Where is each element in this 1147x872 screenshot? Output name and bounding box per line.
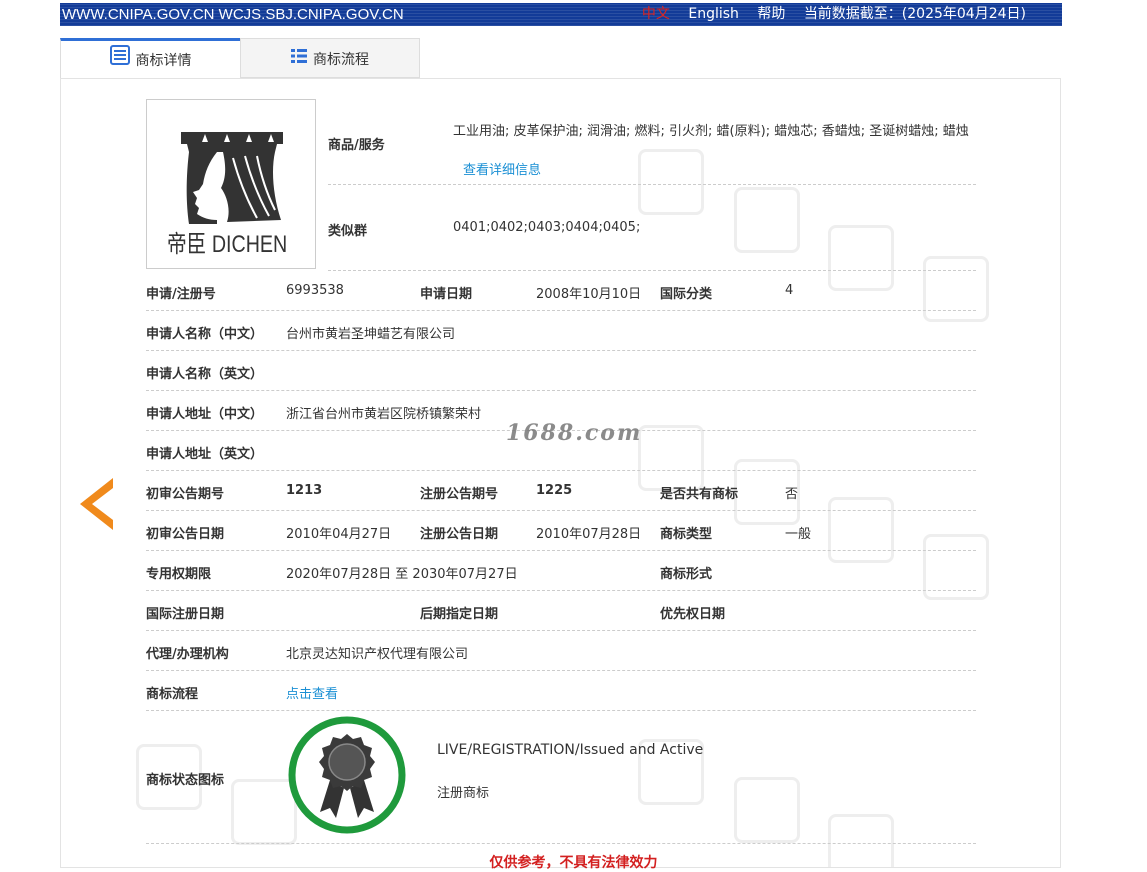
reg-no-value: 6993538 bbox=[286, 283, 344, 298]
divider bbox=[146, 670, 976, 671]
similar-group-value: 0401;0402;0403;0404;0405; bbox=[453, 220, 641, 235]
divider bbox=[328, 184, 976, 185]
divider bbox=[146, 590, 976, 591]
exclusive-period-label: 专用权期限 bbox=[146, 567, 212, 582]
goods-label: 商品/服务 bbox=[328, 138, 385, 153]
status-cn: 注册商标 bbox=[437, 786, 490, 801]
divider bbox=[146, 310, 976, 311]
top-banner: WWW.CNIPA.GOV.CN WCJS.SBJ.CNIPA.GOV.CN 中… bbox=[60, 3, 1062, 26]
tm-type-value: 一般 bbox=[785, 527, 812, 542]
address-cn-value: 浙江省台州市黄岩区院桥镇繁荣村 bbox=[286, 407, 482, 422]
shared-value: 否 bbox=[785, 487, 799, 502]
tab-trademark-detail[interactable]: 商标详情 bbox=[60, 38, 241, 78]
intl-class-label: 国际分类 bbox=[660, 287, 713, 302]
prelim-date-label: 初审公告日期 bbox=[146, 527, 225, 542]
divider bbox=[328, 270, 976, 271]
intl-class-value: 4 bbox=[785, 283, 794, 298]
reg-no-label: 申请/注册号 bbox=[146, 287, 216, 302]
help-link[interactable]: 帮助 bbox=[757, 6, 785, 22]
status-en: LIVE/REGISTRATION/Issued and Active bbox=[437, 742, 704, 758]
exclusive-period-value: 2020年07月28日 至 2030年07月27日 bbox=[286, 567, 518, 582]
1688-watermark: 1688.com bbox=[506, 420, 643, 446]
top-nav: 中文 English 帮助 当前数据截至：(2025年04月24日) bbox=[628, 3, 1026, 26]
watermark-tile bbox=[638, 425, 704, 491]
shared-label: 是否共有商标 bbox=[660, 487, 739, 502]
reg-date-value: 2010年07月28日 bbox=[536, 527, 642, 542]
reg-date-label: 注册公告日期 bbox=[420, 527, 499, 542]
divider bbox=[146, 710, 976, 711]
applicant-cn-label: 申请人名称（中文） bbox=[146, 327, 264, 342]
list-icon bbox=[291, 39, 307, 81]
rosette-award-icon bbox=[288, 716, 406, 834]
goods-detail-link[interactable]: 查看详细信息 bbox=[463, 163, 541, 178]
agent-label: 代理/办理机构 bbox=[146, 647, 229, 662]
lang-english-link[interactable]: English bbox=[688, 6, 739, 22]
tab-label: 商标详情 bbox=[135, 53, 192, 69]
goods-list: 工业用油; 皮革保护油; 润滑油; 燃料; 引火剂; 蜡(原料); 蜡烛芯; 香… bbox=[453, 112, 973, 190]
process-label: 商标流程 bbox=[146, 687, 199, 702]
process-link[interactable]: 点击查看 bbox=[286, 683, 338, 702]
tab-trademark-process[interactable]: 商标流程 bbox=[240, 38, 420, 78]
site-url: WWW.CNIPA.GOV.CN WCJS.SBJ.CNIPA.GOV.CN bbox=[62, 6, 404, 23]
reg-issue-label: 注册公告期号 bbox=[420, 487, 499, 502]
watermark-tile bbox=[828, 497, 894, 563]
intl-reg-date-label: 国际注册日期 bbox=[146, 607, 225, 622]
lang-chinese-link[interactable]: 中文 bbox=[642, 6, 670, 22]
divider bbox=[146, 843, 976, 844]
agent-value: 北京灵达知识产权代理有限公司 bbox=[286, 647, 469, 662]
disclaimer: 仅供参考，不具有法律效力 bbox=[489, 855, 658, 871]
document-list-icon bbox=[109, 41, 130, 81]
prelim-date-value: 2010年04月27日 bbox=[286, 527, 392, 542]
divider bbox=[146, 630, 976, 631]
tm-type-label: 商标类型 bbox=[660, 527, 713, 542]
applicant-cn-value: 台州市黄岩圣坤蜡艺有限公司 bbox=[286, 327, 456, 342]
tm-form-label: 商标形式 bbox=[660, 567, 713, 582]
priority-date-label: 优先权日期 bbox=[660, 607, 726, 622]
divider bbox=[146, 470, 976, 471]
prelim-issue-label: 初审公告期号 bbox=[146, 487, 225, 502]
divider bbox=[146, 350, 976, 351]
watermark-tile bbox=[734, 777, 800, 843]
address-cn-label: 申请人地址（中文） bbox=[146, 407, 264, 422]
app-date-value: 2008年10月10日 bbox=[536, 287, 642, 302]
divider bbox=[146, 550, 976, 551]
app-date-label: 申请日期 bbox=[420, 287, 473, 302]
tab-label: 商标流程 bbox=[313, 52, 369, 68]
chevron-left-icon[interactable] bbox=[80, 478, 116, 530]
watermark-tile bbox=[734, 187, 800, 253]
later-date-label: 后期指定日期 bbox=[420, 607, 499, 622]
similar-group-label: 类似群 bbox=[328, 224, 368, 239]
status-icon-label: 商标状态图标 bbox=[146, 773, 225, 788]
watermark-tile bbox=[923, 256, 989, 322]
divider bbox=[146, 510, 976, 511]
reg-issue-value: 1225 bbox=[536, 483, 573, 498]
applicant-en-label: 申请人名称（英文） bbox=[146, 367, 264, 382]
goods-text: 工业用油; 皮革保护油; 润滑油; 燃料; 引火剂; 蜡(原料); 蜡烛芯; 香… bbox=[453, 124, 969, 139]
divider bbox=[146, 390, 976, 391]
trademark-image: 帝臣 DICHEN bbox=[146, 99, 316, 269]
trademark-logo-text: 帝臣 DICHEN bbox=[167, 231, 288, 258]
prelim-issue-value: 1213 bbox=[286, 483, 323, 498]
watermark-tile bbox=[828, 225, 894, 291]
address-en-label: 申请人地址（英文） bbox=[146, 447, 264, 462]
data-as-of: 当前数据截至：(2025年04月24日) bbox=[803, 6, 1026, 22]
